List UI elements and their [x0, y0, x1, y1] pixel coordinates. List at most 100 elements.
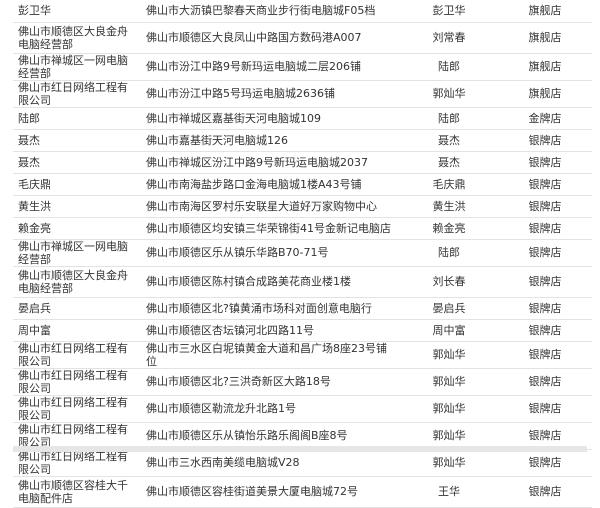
table-row: 佛山市红日网络工程有限公司 佛山市顺德区勒流龙升北路1号 郭灿华 银牌店 [13, 395, 592, 423]
dealer-address-cell: 佛山市嘉基街天河电脑城126 [141, 129, 400, 152]
dealer-name-cell: 佛山市禅城区一网电脑经营部 [13, 239, 141, 267]
dealer-address-cell: 佛山市南海区罗村乐安联星大道好万家购物中心 [141, 195, 400, 218]
dealer-address-cell: 佛山市顺德区杏坛镇河北四路11号 [141, 319, 400, 342]
dealer-address-cell: 佛山市顺德区均安镇三华荣锦街41号金新记电脑店 [141, 217, 400, 240]
table-row: 彭卫华 佛山市大沥镇巴黎春天商业步行街电脑城F05档 彭卫华 旗舰店 [13, 0, 592, 23]
store-level-cell: 银牌店 [497, 195, 592, 218]
dealer-name-cell: 佛山市顺德区大良金舟电脑经营部 [13, 22, 141, 54]
table-row: 黄生洪 佛山市南海区罗村乐安联星大道好万家购物中心 黄生洪 银牌店 [13, 195, 592, 218]
dealer-list-page: 彭卫华 佛山市大沥镇巴黎春天商业步行街电脑城F05档 彭卫华 旗舰店 佛山市顺德区大良金… [0, 0, 600, 508]
dealer-address-cell: 佛山市三水区白坭镇黄金大道和昌广场8座23号铺位 [141, 341, 400, 369]
dealer-table-body: 彭卫华 佛山市大沥镇巴黎春天商业步行街电脑城F05档 彭卫华 旗舰店 佛山市顺德区大良金… [13, 0, 592, 508]
contact-person-cell: 陆郎 [400, 239, 497, 267]
table-row: 佛山市红日网络工程有限公司 佛山市顺德区乐从镇怡乐路乐阁阁B座8号 郭灿华 银牌店 [13, 422, 592, 450]
dealer-name-cell: 黄生洪 [13, 195, 141, 218]
store-level-cell: 旗舰店 [497, 53, 592, 81]
bottom-divider [13, 446, 587, 452]
dealer-address-cell: 佛山市顺德区北?三洪奇新区大路18号 [141, 368, 400, 396]
store-level-cell: 银牌店 [497, 368, 592, 396]
contact-person-cell: 黄生洪 [400, 195, 497, 218]
store-level-cell: 银牌店 [497, 239, 592, 267]
dealer-address-cell: 佛山市三水西南美缆电脑城V28 [141, 449, 400, 477]
store-level-cell: 银牌店 [497, 151, 592, 174]
dealer-name-cell: 周中富 [13, 319, 141, 342]
table-row: 赖金亮 佛山市顺德区均安镇三华荣锦街41号金新记电脑店 赖金亮 银牌店 [13, 217, 592, 240]
store-level-cell: 银牌店 [497, 266, 592, 298]
store-level-cell: 银牌店 [497, 319, 592, 342]
dealer-address-cell: 佛山市禅城区嘉基街天河电脑城109 [141, 107, 400, 130]
table-row: 佛山市禅城区一网电脑经营部 佛山市顺德区乐从镇乐华路B70-71号 陆郎 银牌店 [13, 239, 592, 267]
dealer-name-cell: 佛山市红日网络工程有限公司 [13, 80, 141, 108]
table-row: 周中富 佛山市顺德区杏坛镇河北四路11号 周中富 银牌店 [13, 319, 592, 342]
dealer-name-cell: 赖金亮 [13, 217, 141, 240]
contact-person-cell: 陆郎 [400, 107, 497, 130]
contact-person-cell: 郭灿华 [400, 395, 497, 423]
contact-person-cell: 郭灿华 [400, 341, 497, 369]
dealer-name-cell: 佛山市红日网络工程有限公司 [13, 422, 141, 450]
dealer-address-cell: 佛山市顺德区大良凤山中路国方数码港A007 [141, 22, 400, 54]
dealer-address-cell: 佛山市汾江中路9号新玛运电脑城二层206铺 [141, 53, 400, 81]
dealer-address-cell: 佛山市大沥镇巴黎春天商业步行街电脑城F05档 [141, 0, 400, 23]
table-row: 佛山市红日网络工程有限公司 佛山市三水西南美缆电脑城V28 郭灿华 银牌店 [13, 449, 592, 477]
store-level-cell: 银牌店 [497, 476, 592, 508]
store-level-cell: 旗舰店 [497, 0, 592, 23]
table-row: 晏启兵 佛山市顺德区北?镇黄涌市场科对面创意电脑行 晏启兵 银牌店 [13, 297, 592, 320]
table-row: 佛山市红日网络工程有限公司 佛山市顺德区北?三洪奇新区大路18号 郭灿华 银牌店 [13, 368, 592, 396]
dealer-name-cell: 晏启兵 [13, 297, 141, 320]
dealer-address-cell: 佛山市顺德区容桂街道美景大厦电脑城72号 [141, 476, 400, 508]
table-row: 佛山市顺德区容桂大千电脑配件店 佛山市顺德区容桂街道美景大厦电脑城72号 王华 银牌店 [13, 476, 592, 508]
table-row: 佛山市红日网络工程有限公司 佛山市三水区白坭镇黄金大道和昌广场8座23号铺位 郭灿华… [13, 341, 592, 369]
dealer-address-cell: 佛山市禅城区汾江中路9号新玛运电脑城2037 [141, 151, 400, 174]
contact-person-cell: 毛庆鼎 [400, 173, 497, 196]
store-level-cell: 旗舰店 [497, 22, 592, 54]
dealer-name-cell: 彭卫华 [13, 0, 141, 23]
store-level-cell: 旗舰店 [497, 80, 592, 108]
dealer-name-cell: 佛山市顺德区容桂大千电脑配件店 [13, 476, 141, 508]
store-level-cell: 银牌店 [497, 449, 592, 477]
dealer-name-cell: 聂杰 [13, 129, 141, 152]
contact-person-cell: 郭灿华 [400, 80, 497, 108]
contact-person-cell: 赖金亮 [400, 217, 497, 240]
dealer-table: 彭卫华 佛山市大沥镇巴黎春天商业步行街电脑城F05档 彭卫华 旗舰店 佛山市顺德区大良金… [13, 0, 592, 508]
contact-person-cell: 聂杰 [400, 129, 497, 152]
dealer-name-cell: 佛山市红日网络工程有限公司 [13, 395, 141, 423]
dealer-name-cell: 佛山市顺德区大良金舟电脑经营部 [13, 266, 141, 298]
table-row: 毛庆鼎 佛山市南海盐步路口金海电脑城1楼A43号铺 毛庆鼎 银牌店 [13, 173, 592, 196]
dealer-name-cell: 佛山市禅城区一网电脑经营部 [13, 53, 141, 81]
dealer-address-cell: 佛山市南海盐步路口金海电脑城1楼A43号铺 [141, 173, 400, 196]
dealer-address-cell: 佛山市汾江中路5号玛运电脑城2636铺 [141, 80, 400, 108]
dealer-name-cell: 佛山市红日网络工程有限公司 [13, 368, 141, 396]
table-row: 聂杰 佛山市嘉基街天河电脑城126 聂杰 银牌店 [13, 129, 592, 152]
contact-person-cell: 晏启兵 [400, 297, 497, 320]
dealer-address-cell: 佛山市顺德区北?镇黄涌市场科对面创意电脑行 [141, 297, 400, 320]
table-row: 佛山市红日网络工程有限公司 佛山市汾江中路5号玛运电脑城2636铺 郭灿华 旗舰店 [13, 80, 592, 108]
contact-person-cell: 郭灿华 [400, 368, 497, 396]
contact-person-cell: 陆郎 [400, 53, 497, 81]
store-level-cell: 银牌店 [497, 173, 592, 196]
store-level-cell: 银牌店 [497, 395, 592, 423]
dealer-address-cell: 佛山市顺德区陈村镇合成路美花商业楼1楼 [141, 266, 400, 298]
contact-person-cell: 王华 [400, 476, 497, 508]
contact-person-cell: 郭灿华 [400, 449, 497, 477]
contact-person-cell: 刘长春 [400, 266, 497, 298]
store-level-cell: 金牌店 [497, 107, 592, 130]
contact-person-cell: 彭卫华 [400, 0, 497, 23]
dealer-name-cell: 毛庆鼎 [13, 173, 141, 196]
table-row: 佛山市顺德区大良金舟电脑经营部 佛山市顺德区大良凤山中路国方数码港A007 刘常春旗… [13, 22, 592, 54]
store-level-cell: 银牌店 [497, 217, 592, 240]
dealer-name-cell: 佛山市红日网络工程有限公司 [13, 449, 141, 477]
table-row: 佛山市禅城区一网电脑经营部 佛山市汾江中路9号新玛运电脑城二层206铺 陆郎 旗舰店 [13, 53, 592, 81]
contact-person-cell: 刘常春 [400, 22, 497, 54]
table-row: 佛山市顺德区大良金舟电脑经营部 佛山市顺德区陈村镇合成路美花商业楼1楼 刘长春 银牌店 [13, 266, 592, 298]
dealer-name-cell: 佛山市红日网络工程有限公司 [13, 341, 141, 369]
dealer-address-cell: 佛山市顺德区乐从镇怡乐路乐阁阁B座8号 [141, 422, 400, 450]
contact-person-cell: 聂杰 [400, 151, 497, 174]
dealer-name-cell: 陆郎 [13, 107, 141, 130]
store-level-cell: 银牌店 [497, 129, 592, 152]
dealer-address-cell: 佛山市顺德区勒流龙升北路1号 [141, 395, 400, 423]
dealer-address-cell: 佛山市顺德区乐从镇乐华路B70-71号 [141, 239, 400, 267]
table-row: 陆郎 佛山市禅城区嘉基街天河电脑城109 陆郎 金牌店 [13, 107, 592, 130]
contact-person-cell: 郭灿华 [400, 422, 497, 450]
store-level-cell: 银牌店 [497, 297, 592, 320]
store-level-cell: 银牌店 [497, 422, 592, 450]
